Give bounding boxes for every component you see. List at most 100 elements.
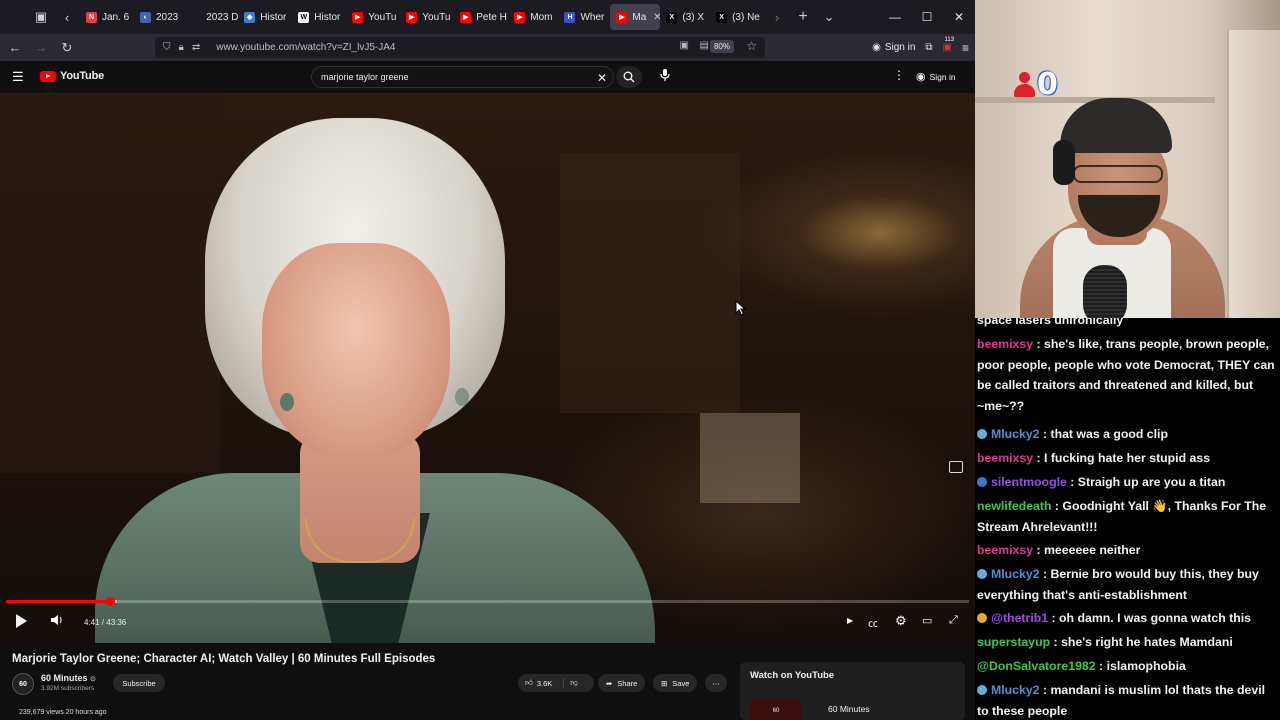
save-button[interactable]: ⊞ Save [653, 674, 698, 692]
back-icon[interactable]: ← [2, 35, 28, 61]
more-actions-button[interactable]: ⋯ [705, 674, 727, 692]
viewer-count: 0 [1037, 67, 1058, 102]
channel-avatar[interactable]: 60 [12, 673, 34, 695]
zoom-level[interactable]: 80% [709, 40, 734, 53]
browser-tab[interactable]: ▶ Mom [508, 4, 558, 30]
browser-tab[interactable]: ◐ 2023 [134, 4, 184, 30]
tab-list-icon[interactable]: ⌄ [816, 4, 842, 30]
autoplay-toggle-icon[interactable]: ▶ [847, 616, 853, 625]
maximize-icon[interactable]: ☐ [911, 10, 943, 24]
forward-icon[interactable]: → [28, 35, 54, 61]
chat-username[interactable]: silentmoogle [991, 475, 1067, 489]
tab-favicon-icon: X [716, 11, 728, 23]
more-options-icon[interactable]: ⋮ [893, 68, 905, 82]
tab-favicon-icon [190, 11, 202, 23]
picture-in-picture-icon[interactable]: ▣ [680, 40, 689, 51]
browser-tab[interactable]: 2023 Dem [184, 4, 238, 30]
channel-name[interactable]: 60 Minutes [41, 673, 88, 683]
progress-bar[interactable] [6, 597, 969, 606]
chat-message: Mlucky2 : that was a good clip [977, 424, 1278, 445]
minimize-icon[interactable]: — [879, 10, 911, 24]
browser-tab[interactable]: ▶ YouTu [400, 4, 454, 30]
lock-icon[interactable]: 🔒︎ [179, 42, 184, 53]
chat-username[interactable]: Mlucky2 [991, 427, 1040, 441]
url-text[interactable]: www.youtube.com/watch?v=ZI_lvJ5-JA4 [216, 42, 395, 53]
chat-text: space lasers unironically [977, 318, 1124, 327]
tab-scroll-right-icon[interactable]: › [764, 4, 790, 30]
search-input[interactable] [312, 72, 587, 82]
menu-hamburger-icon[interactable]: ≡ [962, 41, 969, 55]
theater-mode-icon[interactable]: ▭ [922, 614, 932, 627]
chat-username[interactable]: superstayup [977, 635, 1050, 649]
watch-on-youtube-channel[interactable]: 60 Minutes [828, 704, 870, 714]
chat-separator: : [1039, 683, 1051, 697]
extension-badge-icon[interactable]: ▣ 113 [943, 37, 955, 53]
browser-tab[interactable]: X (3) Ne [710, 4, 764, 30]
chat-username[interactable]: newlifedeath [977, 499, 1051, 513]
video-player[interactable]: 4:41 / 43:36 ▶ ㏄ ⚙ ▭ ⤢ [0, 93, 975, 643]
browser-tab[interactable]: ◆ Histor [238, 4, 292, 30]
thumbs-down-icon: 👎︎ [570, 678, 578, 687]
background-shelf [560, 153, 740, 413]
youtube-sign-in-button[interactable]: ◉ Sign in [916, 70, 956, 83]
chat-username[interactable]: beemixsy [977, 337, 1033, 351]
fullscreen-icon[interactable]: ⤢ [949, 614, 958, 627]
tab-scroll-left-icon[interactable]: ‹ [54, 4, 80, 30]
bookmark-star-icon[interactable]: ☆ [746, 39, 757, 53]
browser-tab[interactable]: N Jan. 6 [80, 4, 134, 30]
browser-tab[interactable]: ▶ Ma ✕ [610, 4, 661, 30]
tab-close-icon[interactable]: ✕ [653, 12, 660, 23]
volume-icon[interactable] [50, 613, 64, 630]
watch-on-youtube-thumbnail[interactable]: 60 [750, 700, 802, 720]
shield-icon[interactable]: ⛉ [163, 42, 171, 53]
share-button[interactable]: ➦ Share [598, 674, 646, 692]
chat-username[interactable]: beemixsy [977, 451, 1033, 465]
subscribe-button[interactable]: Subscribe [113, 674, 165, 692]
progress-scrubber-handle[interactable] [105, 597, 115, 606]
browser-tab[interactable]: W Histor [292, 4, 346, 30]
like-button[interactable]: 👍︎ 3.6K [518, 678, 552, 688]
extensions-icon[interactable]: ⧉ [925, 42, 932, 53]
settings-gear-icon[interactable]: ⚙ [895, 613, 907, 629]
window-controls: — ☐ ✕ [879, 10, 975, 24]
viewer-count-badge: 0 [1013, 67, 1058, 102]
chat-separator: : [1039, 567, 1051, 581]
chat-text: meeeeee neither [1044, 543, 1141, 557]
browser-tab[interactable]: ▶ Pete H [454, 4, 508, 30]
chat-username[interactable]: @thetrib1 [991, 611, 1048, 625]
play-icon[interactable] [14, 613, 28, 632]
watch-on-youtube-panel[interactable]: Watch on YouTube 60 60 Minutes [740, 662, 965, 720]
close-window-icon[interactable]: ✕ [943, 10, 975, 24]
browser-tab[interactable]: X (3) X [660, 4, 710, 30]
captions-icon[interactable]: ㏄ [868, 615, 878, 630]
tab-overview-icon[interactable]: ▣ [28, 4, 54, 30]
reload-icon[interactable]: ↻ [54, 35, 80, 61]
browser-tab[interactable]: H Wher [558, 4, 610, 30]
chat-username[interactable]: @DonSalvatore1982 [977, 659, 1096, 673]
chat-username[interactable]: Mlucky2 [991, 683, 1040, 697]
chat-username[interactable]: Mlucky2 [991, 567, 1040, 581]
new-tab-icon[interactable]: + [790, 4, 816, 30]
permissions-icon[interactable]: ⇄ [192, 42, 200, 53]
reader-view-icon[interactable]: ▤ [700, 40, 709, 51]
chat-text: oh damn. I was gonna watch this [1059, 611, 1252, 625]
miniplayer-overlay-icon[interactable] [949, 461, 963, 473]
account-button[interactable]: ◉ Sign in [872, 42, 915, 53]
chat-text: that was a good clip [1050, 427, 1168, 441]
browser-window: ▣ ‹ N Jan. 6 ◐ 2023 2023 Dem ◆ Histor W Histor ▶ Y… [0, 0, 975, 720]
channel-name-row[interactable]: 60 Minutes ⊙ [41, 673, 96, 683]
search-button[interactable] [616, 66, 642, 88]
tabs-container: N Jan. 6 ◐ 2023 2023 Dem ◆ Histor W Histor ▶ YouTu… [80, 4, 764, 30]
tab-favicon-icon: ◆ [244, 11, 256, 23]
browser-tab[interactable]: ▶ YouTu [346, 4, 400, 30]
tab-favicon-icon: H [564, 11, 576, 23]
verified-badge-icon: ⊙ [90, 676, 96, 683]
chat-username[interactable]: beemixsy [977, 543, 1033, 557]
voice-search-button[interactable] [659, 68, 671, 87]
clear-search-icon[interactable]: ✕ [597, 71, 607, 85]
guide-menu-icon[interactable]: ☰ [12, 69, 24, 85]
youtube-logo[interactable]: YouTube [40, 70, 104, 82]
dislike-button[interactable]: 👎︎ [563, 678, 578, 688]
chat-text: Straigh up are you a titan [1077, 475, 1226, 489]
address-bar[interactable]: ⛉ 🔒︎ ⇄ www.youtube.com/watch?v=ZI_lvJ5-J… [155, 37, 765, 58]
